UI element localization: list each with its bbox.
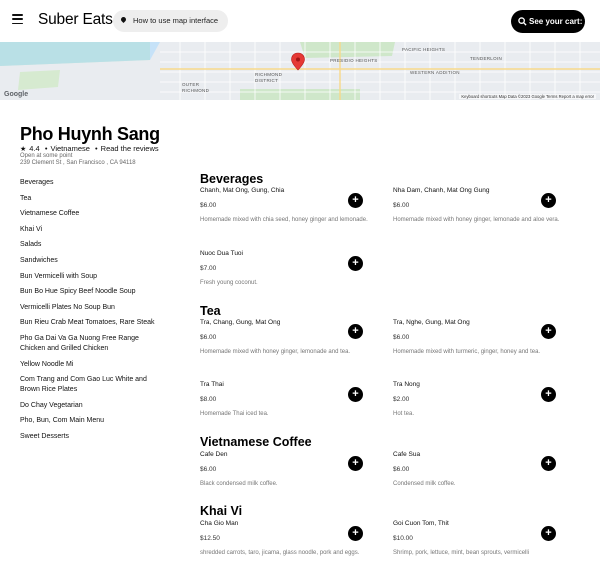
- hamburger-menu-icon[interactable]: [12, 14, 23, 25]
- map-view[interactable]: PACIFIC HEIGHTS TENDERLOIN RICHMOND DIST…: [0, 42, 600, 100]
- add-item-button[interactable]: +: [541, 456, 556, 471]
- add-item-button[interactable]: +: [541, 324, 556, 339]
- item-description: Shrimp, pork, lettuce, mint, bean sprout…: [393, 550, 530, 556]
- nav-item-salads[interactable]: Salads: [20, 240, 160, 250]
- map-canvas: [0, 42, 600, 100]
- item-description: Hot tea.: [393, 411, 415, 417]
- nav-item-pho-ga[interactable]: Pho Ga Dai Va Ga Nuong Free Range Chicke…: [20, 334, 160, 354]
- add-item-button[interactable]: +: [348, 526, 363, 541]
- nav-item-beverages[interactable]: Beverages: [20, 178, 160, 188]
- map-label-richmond: RICHMOND DISTRICT: [255, 72, 283, 83]
- item-price: $6.00: [200, 334, 217, 341]
- nav-item-khai-vi[interactable]: Khai Vi: [20, 225, 160, 235]
- restaurant-address: 239 Clement St , San Francisco , CA 9411…: [20, 160, 136, 166]
- cart-button[interactable]: See your cart: 0: [511, 10, 585, 49]
- item-price: $6.00: [200, 202, 217, 209]
- nav-item-tea[interactable]: Tea: [20, 194, 160, 204]
- item-price: $6.00: [393, 202, 410, 209]
- item-price: $6.00: [393, 466, 410, 473]
- open-hours: Open at some point: [20, 153, 73, 159]
- item-description: Homemade mixed with honey ginger, lemona…: [393, 217, 560, 223]
- add-item-button[interactable]: +: [348, 387, 363, 402]
- restaurant-meta: ★ 4.4 • Vietnamese • Read the reviews: [20, 144, 159, 153]
- reviews-link[interactable]: Read the reviews: [101, 144, 159, 153]
- map-label-pacific-heights: PACIFIC HEIGHTS: [402, 47, 446, 52]
- nav-item-com-trang[interactable]: Com Trang and Com Gao Luc White and Brow…: [20, 375, 160, 395]
- map-label-tenderloin: TENDERLOIN: [470, 56, 503, 61]
- restaurant-name: Pho Huynh Sang: [20, 124, 160, 144]
- nav-item-vietnamese-coffee[interactable]: Vietnamese Coffee: [20, 209, 160, 219]
- item-price: $10.00: [393, 535, 413, 542]
- nav-item-bun-rieu[interactable]: Bun Rieu Crab Meat Tomatoes, Rare Steak: [20, 318, 160, 328]
- map-label-presidio: PRESIDIO HEIGHTS: [330, 58, 378, 63]
- item-description: Fresh young coconut.: [200, 280, 258, 286]
- nav-item-main-menu[interactable]: Pho, Bun, Com Main Menu: [20, 416, 160, 426]
- item-price: $8.00: [200, 396, 217, 403]
- section-title-tea: Tea: [200, 304, 221, 318]
- item-price: $2.00: [393, 396, 410, 403]
- nav-item-yellow-noodle[interactable]: Yellow Noodle Mi: [20, 360, 160, 370]
- map-help-button[interactable]: How to use map interface: [113, 10, 229, 32]
- location-pin-icon: [119, 15, 128, 24]
- add-item-button[interactable]: +: [348, 456, 363, 471]
- item-price: $6.00: [393, 334, 410, 341]
- item-description: shredded carrots, taro, jicama, glass no…: [200, 550, 360, 556]
- item-description: Condensed milk coffee.: [393, 481, 456, 487]
- nav-item-vermicelli-plates[interactable]: Vermicelli Plates No Soup Bun: [20, 303, 160, 313]
- item-description: Homemade mixed with chia seed, honey gin…: [200, 217, 368, 223]
- add-item-button[interactable]: +: [348, 193, 363, 208]
- top-header: Suber Eats How to use map interface See …: [0, 0, 600, 49]
- item-description: Homemade mixed with turmeric, ginger, ho…: [393, 349, 541, 355]
- item-description: Homemade mixed with honey ginger, lemona…: [200, 349, 351, 355]
- nav-item-desserts[interactable]: Sweet Desserts: [20, 432, 160, 442]
- google-logo: Google: [4, 91, 29, 98]
- item-price: $12.50: [200, 535, 220, 542]
- cuisine-label: Vietnamese: [50, 144, 90, 153]
- item-description: Black condensed milk coffee.: [200, 481, 278, 487]
- map-label-outer-richmond: OUTER RICHMOND: [182, 82, 210, 93]
- rating-value: 4.4: [29, 144, 40, 153]
- item-price: $6.00: [200, 466, 217, 473]
- item-description: Homemade Thai iced tea.: [200, 411, 269, 417]
- category-nav: Beverages Tea Vietnamese Coffee Khai Vi …: [20, 178, 160, 448]
- item-price: $7.00: [200, 265, 217, 272]
- add-item-button[interactable]: +: [541, 387, 556, 402]
- nav-item-bun-vermicelli[interactable]: Bun Vermicelli with Soup: [20, 272, 160, 282]
- search-icon: [518, 17, 527, 26]
- section-title-khai-vi: Khai Vi: [200, 504, 243, 518]
- section-title-beverages: Beverages: [200, 172, 264, 186]
- map-label-western-addition: WESTERN ADDITION: [410, 70, 460, 75]
- nav-item-do-chay[interactable]: Do Chay Vegetarian: [20, 401, 160, 411]
- add-item-button[interactable]: +: [541, 193, 556, 208]
- brand-logo[interactable]: Suber Eats: [38, 11, 113, 29]
- map-help-label: How to use map interface: [133, 16, 219, 25]
- add-item-button[interactable]: +: [541, 526, 556, 541]
- add-item-button[interactable]: +: [348, 324, 363, 339]
- star-icon: ★: [20, 146, 27, 153]
- nav-item-bun-bo-hue[interactable]: Bun Bo Hue Spicy Beef Noodle Soup: [20, 287, 160, 297]
- add-item-button[interactable]: +: [348, 256, 363, 271]
- map-credits[interactable]: Keyboard shortcuts Map Data ©2023 Google…: [459, 94, 596, 99]
- section-title-vietnamese-coffee: Vietnamese Coffee: [200, 435, 312, 449]
- nav-item-sandwiches[interactable]: Sandwiches: [20, 256, 160, 266]
